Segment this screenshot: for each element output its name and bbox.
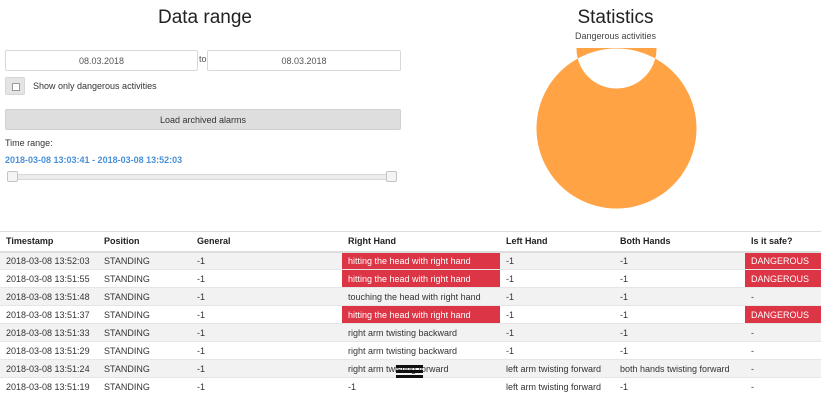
table-cell: -1 — [500, 251, 614, 270]
column-header: General — [191, 231, 342, 253]
table-cell: - — [745, 377, 821, 396]
table-cell: hitting the head with right hand — [342, 269, 500, 288]
table-row[interactable]: 2018-03-08 13:51:55 STANDING -1 hitting the… — [0, 269, 821, 288]
table-cell: -1 — [191, 323, 342, 342]
table-cell: 2018-03-08 13:52:03 — [0, 251, 98, 270]
table-row[interactable]: 2018-03-08 13:52:03 STANDING -1 hitting the… — [0, 251, 821, 270]
table-cell: DANGEROUS — [745, 251, 821, 270]
table-header-row: Timestamp Position General Right Hand Left H… — [0, 231, 821, 253]
statistics-title: Statistics — [577, 7, 654, 28]
table-cell: STANDING — [98, 287, 191, 306]
table-cell: STANDING — [98, 359, 191, 378]
column-header: Right Hand — [342, 231, 500, 253]
table-cell: -1 — [614, 377, 745, 396]
date-from-input[interactable]: 08.03.2018 — [5, 50, 198, 71]
table-cell: -1 — [614, 305, 745, 324]
table-cell: -1 — [191, 251, 342, 270]
table-cell: -1 — [500, 323, 614, 342]
table-cell: -1 — [614, 287, 745, 306]
table-cell: STANDING — [98, 305, 191, 324]
column-header: Both Hands — [614, 231, 745, 253]
dangerous-only-checkbox[interactable] — [5, 77, 25, 95]
dangerous-only-label: Show only dangerous activities — [33, 81, 157, 91]
table-cell: 2018-03-08 13:51:37 — [0, 305, 98, 324]
table-cell: -1 — [191, 377, 342, 396]
table-cell: -1 — [342, 377, 500, 396]
table-cell: STANDING — [98, 323, 191, 342]
table-row[interactable]: 2018-03-08 13:51:19 STANDING -1 -1 left arm … — [0, 377, 821, 396]
table-cell: - — [745, 323, 821, 342]
table-cell: touching the head with right hand — [342, 287, 500, 306]
time-range-value: 2018-03-08 13:03:41 - 2018-03-08 13:52:0… — [5, 155, 183, 165]
table-cell: DANGEROUS — [745, 269, 821, 288]
statistics-subtitle: Dangerous activities — [574, 31, 657, 41]
table-cell: both hands twisting forward — [614, 359, 745, 378]
table-cell: - — [745, 287, 821, 306]
table-cell: -1 — [191, 305, 342, 324]
date-to-input[interactable]: 08.03.2018 — [207, 50, 401, 71]
dangerous-activities-donut-chart — [536, 48, 697, 209]
table-cell: STANDING — [98, 251, 191, 270]
table-cell: hitting the head with right hand — [342, 305, 500, 324]
column-header: Position — [98, 231, 191, 253]
table-cell: right arm twisting backward — [342, 341, 500, 360]
table-cell: -1 — [614, 323, 745, 342]
column-header: Timestamp — [0, 231, 98, 253]
table-cell: 2018-03-08 13:51:48 — [0, 287, 98, 306]
table-cell: 2018-03-08 13:51:19 — [0, 377, 98, 396]
column-header: Left Hand — [500, 231, 614, 253]
data-range-title: Data range — [157, 7, 252, 28]
table-cell: -1 — [191, 359, 342, 378]
table-cell: STANDING — [98, 377, 191, 396]
table-row[interactable]: 2018-03-08 13:51:37 STANDING -1 hitting the… — [0, 305, 821, 324]
table-cell: STANDING — [98, 341, 191, 360]
table-cell: - — [745, 359, 821, 378]
table-cell: DANGEROUS — [745, 305, 821, 324]
time-range-slider[interactable] — [9, 174, 397, 180]
slider-start-handle[interactable] — [7, 171, 18, 182]
table-cell: 2018-03-08 13:51:29 — [0, 341, 98, 360]
table-cell: -1 — [500, 269, 614, 288]
table-cell: -1 — [191, 341, 342, 360]
table-cell: 2018-03-08 13:51:55 — [0, 269, 98, 288]
table-row[interactable]: 2018-03-08 13:51:48 STANDING -1 touching th… — [0, 287, 821, 306]
table-cell: left arm twisting forward — [500, 377, 614, 396]
table-cell: right arm twisting backward — [342, 323, 500, 342]
hamburger-icon[interactable] — [396, 365, 423, 379]
table-cell: -1 — [614, 341, 745, 360]
table-cell: left arm twisting forward — [500, 359, 614, 378]
table-cell: -1 — [500, 287, 614, 306]
table-row[interactable]: 2018-03-08 13:51:29 STANDING -1 right arm t… — [0, 341, 821, 360]
to-label: to — [199, 54, 207, 64]
table-cell: -1 — [614, 269, 745, 288]
table-cell: - — [745, 341, 821, 360]
table-cell: -1 — [191, 287, 342, 306]
table-cell: -1 — [500, 341, 614, 360]
table-cell: -1 — [500, 305, 614, 324]
column-header: Is it safe? — [745, 231, 821, 253]
table-cell: 2018-03-08 13:51:24 — [0, 359, 98, 378]
slider-end-handle[interactable] — [386, 171, 397, 182]
table-cell: -1 — [191, 269, 342, 288]
table-row[interactable]: 2018-03-08 13:51:33 STANDING -1 right arm t… — [0, 323, 821, 342]
load-archived-alarms-button[interactable]: Load archived alarms — [5, 109, 401, 130]
time-range-label: Time range: — [5, 138, 53, 148]
table-cell: hitting the head with right hand — [342, 251, 500, 270]
table-cell: -1 — [614, 251, 745, 270]
table-cell: STANDING — [98, 269, 191, 288]
table-cell: 2018-03-08 13:51:33 — [0, 323, 98, 342]
